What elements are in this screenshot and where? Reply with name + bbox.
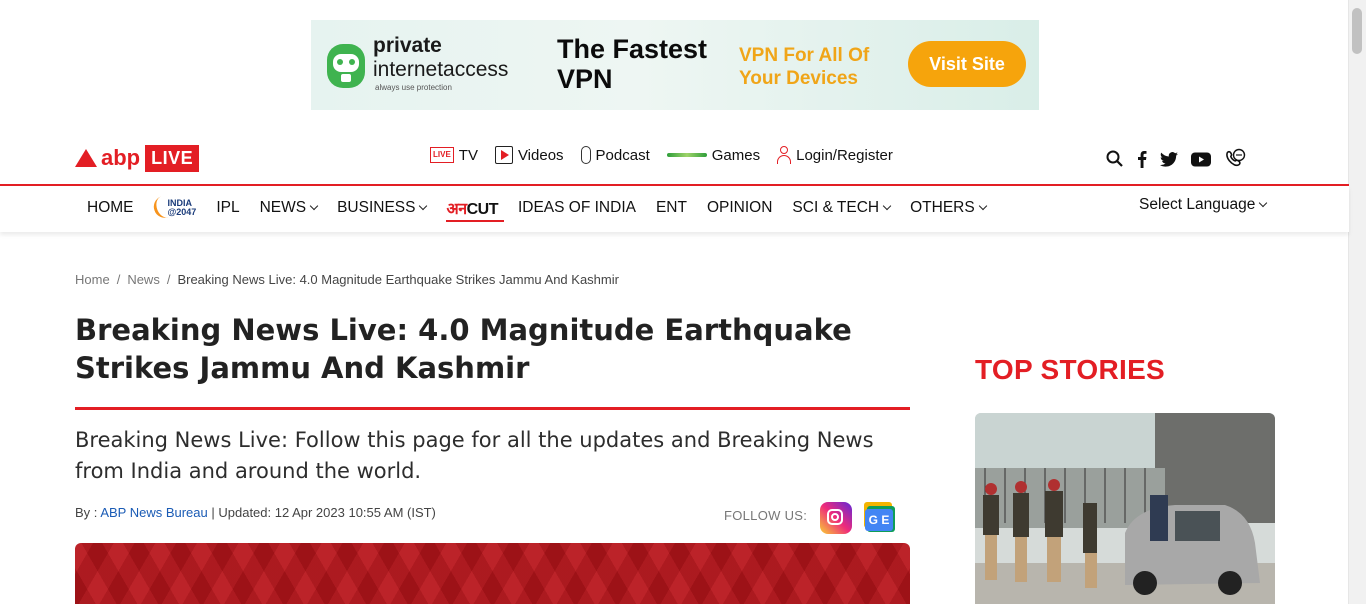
author-link[interactable]: ABP News Bureau [100, 505, 207, 520]
title-divider [75, 407, 910, 410]
nav-item-home[interactable]: HOME [87, 199, 134, 217]
twitter-icon[interactable] [1160, 151, 1178, 167]
byline-prefix: By : [75, 505, 98, 520]
logo-abp-text: abp [101, 145, 141, 170]
updated-timestamp: | Updated: 12 Apr 2023 10:55 AM (IST) [211, 505, 436, 520]
instagram-icon[interactable] [820, 502, 852, 534]
nav-label: IDEAS OF INDIA [517, 199, 636, 216]
ad-visit-site-button[interactable]: Visit Site [908, 41, 1026, 87]
top-link-label: TV [458, 146, 478, 164]
scrollbar-thumb[interactable] [1352, 8, 1362, 54]
vpn-ad-banner[interactable]: private internetaccess always use protec… [311, 20, 1039, 110]
tv-live-icon: LIVE [430, 147, 454, 163]
india-2047-logo: INDIA @2047 [150, 195, 196, 221]
nav-item-ideas-of-india[interactable]: IDEAS OF INDIA [518, 199, 636, 217]
top-stories-heading: TOP STORIES [975, 354, 1166, 385]
google-news-badge: G E [865, 509, 893, 531]
select-language-label: Select Language [1139, 196, 1256, 213]
nav-item-ipl[interactable]: IPL [216, 199, 239, 217]
top-link-label: Games [711, 146, 761, 164]
youtube-icon[interactable] [1191, 152, 1211, 167]
ad-subline: VPN For All Of Your Devices [739, 45, 870, 89]
whatsapp-call-icon[interactable] [1224, 148, 1246, 170]
ad-brand-line1: private [373, 34, 442, 57]
breadcrumb-news[interactable]: News [127, 272, 160, 287]
chevron-down-icon [882, 201, 892, 211]
breadcrumb-separator: / [116, 272, 121, 287]
ad-brand-tagline: always use protection [375, 83, 452, 92]
nav-item-opinion[interactable]: OPINION [707, 199, 772, 217]
article-hero-image [75, 543, 910, 604]
google-news-icon[interactable]: G E [862, 502, 896, 534]
facebook-icon[interactable] [1137, 150, 1147, 168]
nav-item-uncut[interactable]: अनCUT [446, 197, 504, 222]
games-icon [666, 153, 707, 157]
nav-label: ENT [655, 199, 687, 216]
logo-live-badge: LIVE [145, 144, 200, 172]
follow-us-label: FOLLOW US: [724, 508, 808, 523]
top-link-label: Videos [517, 146, 564, 164]
chevron-down-icon [1259, 198, 1268, 208]
nav-label: IPL [216, 199, 240, 216]
page-scrollbar[interactable] [1348, 0, 1366, 604]
breadcrumb-home[interactable]: Home [75, 272, 110, 287]
nav-label: SCI & TECH [792, 199, 880, 216]
article-summary: Breaking News Live: Follow this page for… [75, 428, 874, 483]
nav-item-others[interactable]: OTHERS [910, 199, 987, 217]
ad-headline: The Fastest VPN [557, 34, 708, 94]
top-link-videos[interactable]: Videos [494, 146, 564, 164]
uncut-cut: CUT [466, 201, 499, 218]
user-icon [777, 146, 792, 164]
chevron-down-icon [309, 201, 319, 211]
nav-label: OTHERS [910, 199, 975, 216]
play-icon [494, 146, 513, 164]
nav-label: HOME [87, 199, 134, 216]
nav-item-india-2047[interactable]: INDIA @2047 [150, 195, 196, 221]
nav-item-business[interactable]: BUSINESS [337, 199, 428, 217]
top-link-games[interactable]: Games [666, 146, 761, 164]
uncut-hindi: अन [446, 201, 467, 218]
chevron-down-icon [419, 201, 428, 211]
top-link-login[interactable]: Login/Register [777, 146, 893, 164]
nav-item-sci-tech[interactable]: SCI & TECH [792, 199, 892, 217]
search-icon[interactable] [1106, 150, 1124, 168]
top-link-label: Login/Register [796, 146, 893, 164]
microphone-icon [580, 146, 591, 164]
top-story-image[interactable] [975, 413, 1275, 604]
ad-brand-line2: internetaccess [373, 58, 509, 81]
article-title: Breaking News Live: 4.0 Magnitude Earthq… [75, 313, 852, 385]
pia-robot-logo-icon [327, 44, 365, 88]
abp-live-logo[interactable]: abp LIVE [75, 143, 200, 173]
article-byline: By : ABP News Bureau | Updated: 12 Apr 2… [75, 505, 436, 520]
top-link-podcast[interactable]: Podcast [580, 146, 650, 164]
abp-triangle-icon [75, 149, 97, 167]
top-story-photo [975, 413, 1275, 604]
breadcrumb: Home / News / Breaking News Live: 4.0 Ma… [75, 272, 619, 287]
top-link-tv[interactable]: LIVE TV [430, 147, 478, 164]
top-links: LIVE TV Videos Podcast Games Login/Regis… [430, 146, 910, 164]
uncut-logo: अनCUT [446, 197, 504, 222]
chevron-down-icon [978, 201, 987, 211]
nav-item-news[interactable]: NEWS [259, 199, 319, 217]
nav-label: NEWS [259, 199, 307, 216]
header-social-icons [1106, 148, 1259, 170]
nav-label: OPINION [706, 199, 773, 216]
breadcrumb-current: Breaking News Live: 4.0 Magnitude Earthq… [177, 272, 619, 287]
nav-item-ent[interactable]: ENT [656, 199, 687, 217]
nav-label: BUSINESS [337, 199, 416, 216]
breadcrumb-separator: / [166, 272, 171, 287]
select-language-dropdown[interactable]: Select Language [1139, 196, 1268, 214]
top-link-label: Podcast [595, 146, 650, 164]
